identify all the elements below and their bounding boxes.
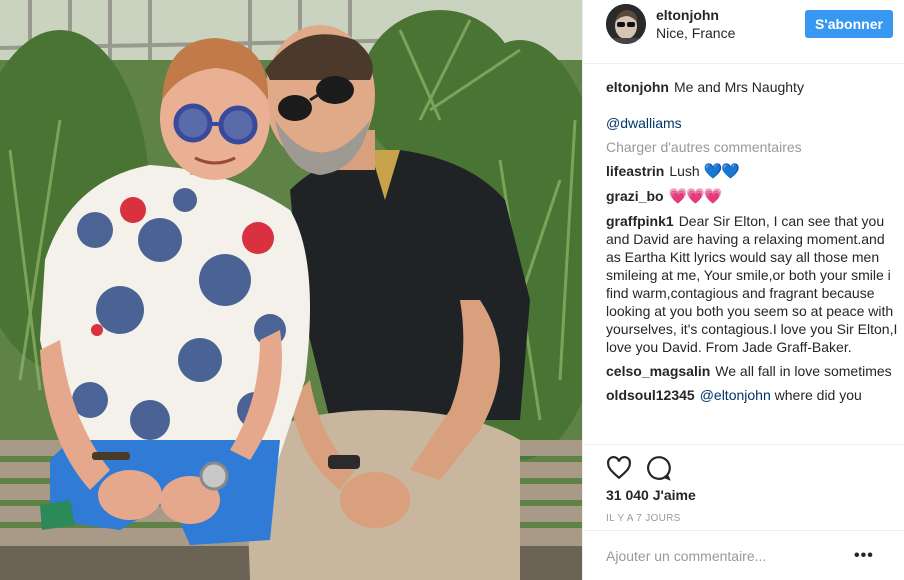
post-timestamp[interactable]: IL Y A 7 JOURS bbox=[606, 513, 681, 524]
post-caption: eltonjohn Me and Mrs Naughty bbox=[606, 78, 898, 96]
comment-item: grazi_bo 💗💗💗 bbox=[606, 187, 898, 206]
header-location[interactable]: Nice, France bbox=[656, 25, 735, 41]
comment-username[interactable]: lifeastrin bbox=[606, 163, 664, 179]
comment-text: Dear Sir Elton, I can see that you and D… bbox=[606, 213, 898, 355]
comment-mention[interactable]: @eltonjohn bbox=[700, 387, 771, 403]
blue-hearts-emoji: 💙💙 bbox=[703, 163, 740, 180]
instagram-post: eltonjohn Nice, France S'abonner eltonjo… bbox=[0, 0, 904, 580]
load-more-comments[interactable]: Charger d'autres commentaires bbox=[606, 138, 898, 156]
profile-avatar[interactable] bbox=[606, 4, 646, 44]
post-header: eltonjohn Nice, France S'abonner bbox=[583, 0, 904, 64]
comment-item: oldsoul12345 @eltonjohn where did you bbox=[606, 386, 898, 404]
post-side-panel: eltonjohn Nice, France S'abonner eltonjo… bbox=[582, 0, 904, 580]
comment-username[interactable]: oldsoul12345 bbox=[606, 387, 695, 403]
likes-count[interactable]: 31 040 J'aime bbox=[606, 487, 696, 503]
photo-illustration bbox=[0, 0, 582, 580]
comment-input[interactable] bbox=[606, 545, 846, 567]
comments-list: eltonjohn Me and Mrs Naughty @dwalliams C… bbox=[606, 72, 898, 410]
caption-mention[interactable]: @dwalliams bbox=[606, 115, 682, 131]
add-comment-bar: ••• bbox=[583, 530, 904, 580]
follow-button[interactable]: S'abonner bbox=[805, 10, 893, 38]
header-username[interactable]: eltonjohn bbox=[656, 7, 719, 23]
pink-hearts-emoji: 💗💗💗 bbox=[668, 188, 723, 205]
caption-username[interactable]: eltonjohn bbox=[606, 79, 669, 95]
action-icons bbox=[606, 455, 672, 481]
comment-item: celso_magsalin We all fall in love someti… bbox=[606, 362, 898, 380]
comment-item: graffpink1 Dear Sir Elton, I can see that… bbox=[606, 212, 898, 356]
comment-bubble-icon[interactable] bbox=[646, 455, 672, 481]
comment-text: Lush bbox=[669, 163, 704, 179]
comment-username[interactable]: graffpink1 bbox=[606, 213, 674, 229]
comment-text: where did you bbox=[770, 387, 862, 403]
avatar-image bbox=[606, 4, 646, 44]
comment-item: lifeastrin Lush 💙💙 bbox=[606, 162, 898, 181]
comment-username[interactable]: celso_magsalin bbox=[606, 363, 710, 379]
post-photo[interactable] bbox=[0, 0, 582, 580]
caption-mention-line: @dwalliams bbox=[606, 114, 898, 132]
post-actions: 31 040 J'aime IL Y A 7 JOURS bbox=[583, 444, 904, 524]
heart-outline-icon[interactable] bbox=[606, 455, 632, 481]
comment-username[interactable]: grazi_bo bbox=[606, 188, 664, 204]
caption-text: Me and Mrs Naughty bbox=[674, 79, 804, 95]
comment-text: We all fall in love sometimes bbox=[715, 363, 892, 379]
more-options-icon[interactable]: ••• bbox=[854, 547, 874, 565]
